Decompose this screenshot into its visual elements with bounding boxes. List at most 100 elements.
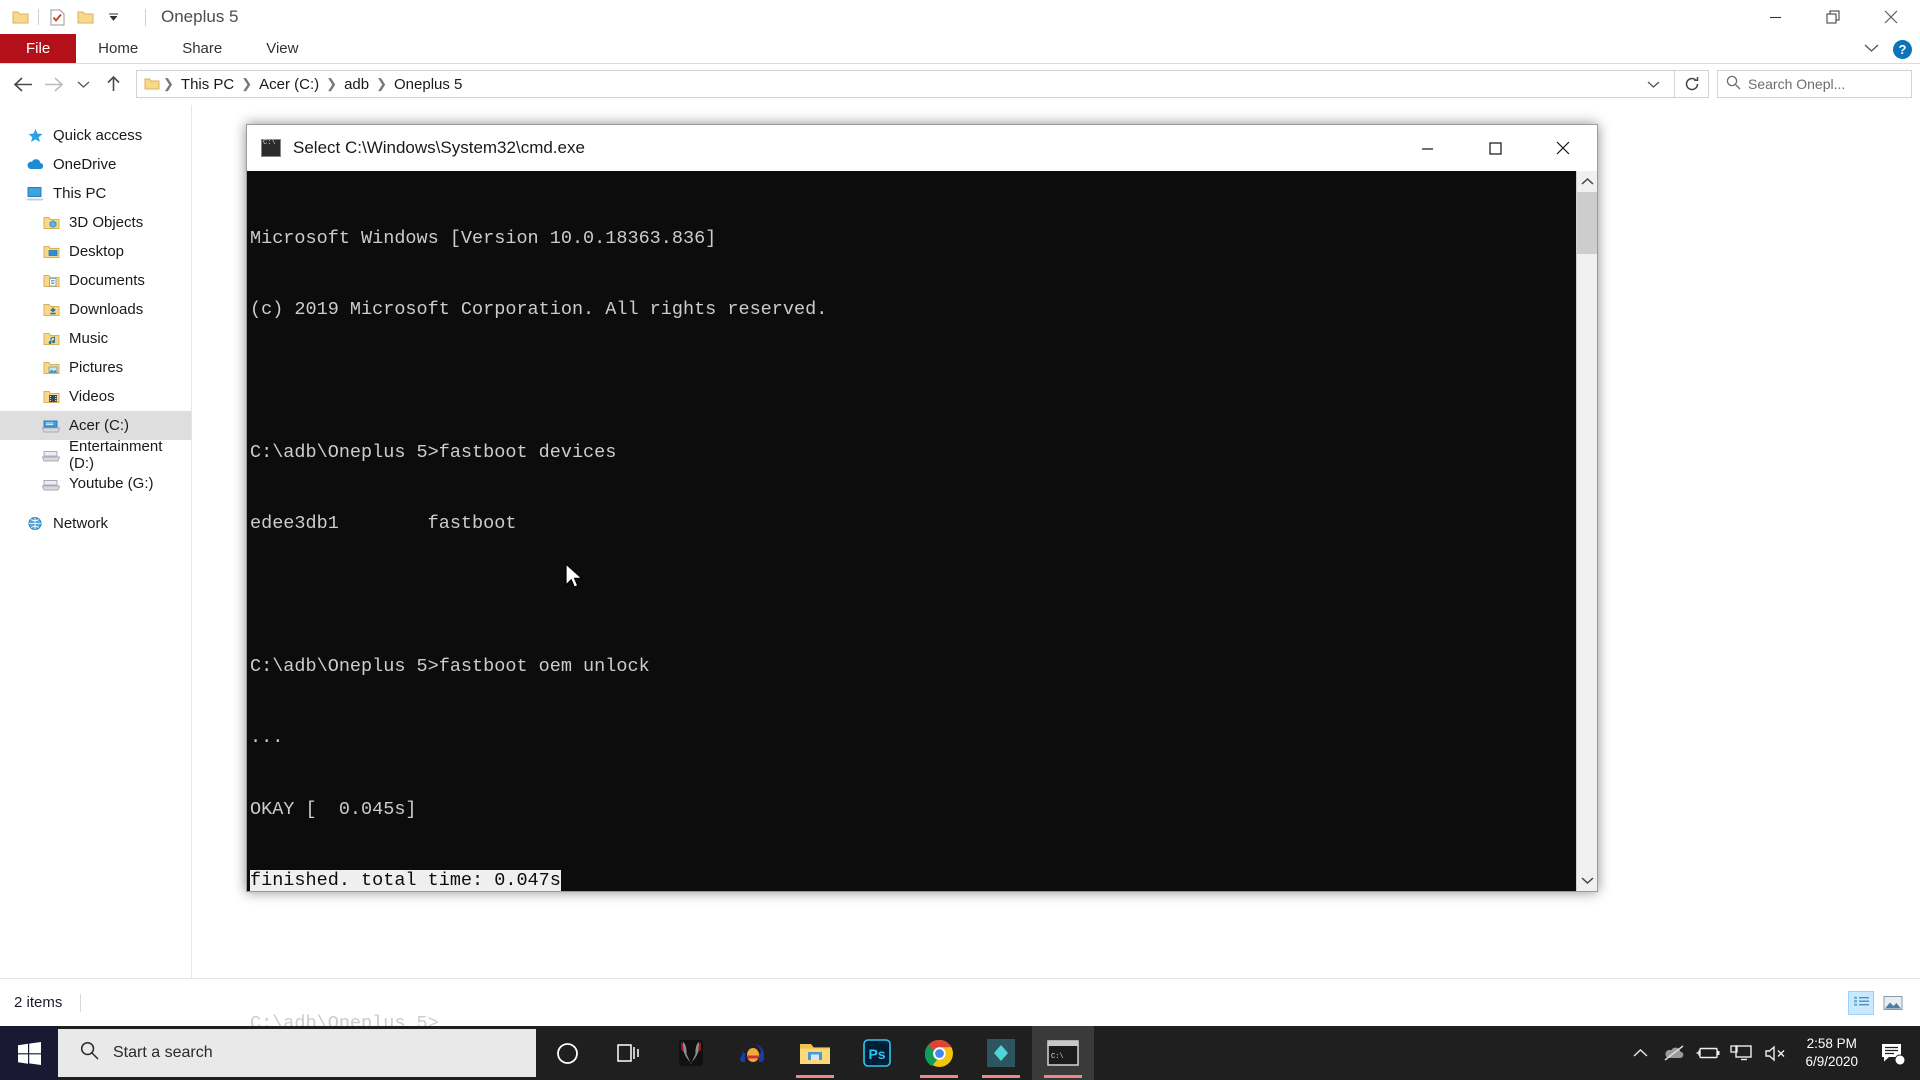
back-arrow-icon[interactable] xyxy=(8,68,38,100)
refresh-icon[interactable] xyxy=(1675,70,1709,98)
sidebar-item-music[interactable]: Music xyxy=(0,324,191,353)
chrome-icon[interactable] xyxy=(908,1026,970,1080)
sidebar-item-youtube-g[interactable]: Youtube (G:) xyxy=(0,469,191,498)
folder-desktop-icon xyxy=(42,243,60,261)
breadcrumb-item-adb[interactable]: adb xyxy=(339,76,374,93)
recent-locations-chevron-icon[interactable] xyxy=(68,68,98,100)
sidebar-label: Network xyxy=(53,515,109,532)
command-prompt-window[interactable]: Select C:\Windows\System32\cmd.exe Micro… xyxy=(246,124,1598,1034)
console-line: ... xyxy=(250,726,1576,750)
search-input[interactable]: Start a search xyxy=(58,1029,536,1077)
sidebar-label: This PC xyxy=(53,185,107,202)
console-screen[interactable]: Microsoft Windows [Version 10.0.18363.83… xyxy=(247,171,1597,1034)
sidebar-item-desktop[interactable]: Desktop xyxy=(0,237,191,266)
svg-text:Ps: Ps xyxy=(868,1046,885,1062)
sidebar-label: Videos xyxy=(69,388,115,405)
sidebar-item-onedrive[interactable]: OneDrive xyxy=(0,150,191,179)
windows-start-icon[interactable] xyxy=(0,1026,58,1080)
sidebar-item-3d-objects[interactable]: 3D Objects xyxy=(0,208,191,237)
console-line: Microsoft Windows [Version 10.0.18363.83… xyxy=(250,227,1576,251)
cmd-title-bar[interactable]: Select C:\Windows\System32\cmd.exe xyxy=(247,125,1597,171)
battery-charging-icon[interactable] xyxy=(1691,1026,1725,1080)
explorer-title-bar: Oneplus 5 xyxy=(0,0,1920,34)
breadcrumb-separator: ❯ xyxy=(326,76,338,91)
view-mode-buttons xyxy=(1848,990,1906,1015)
breadcrumb-separator: ❯ xyxy=(163,76,174,91)
tab-share[interactable]: Share xyxy=(160,34,244,63)
action-center-icon[interactable] xyxy=(1870,1026,1916,1080)
clock-time: 2:58 PM xyxy=(1806,1036,1857,1051)
search-icon xyxy=(80,1041,99,1065)
sidebar-item-downloads[interactable]: Downloads xyxy=(0,295,191,324)
scrollbar-thumb[interactable] xyxy=(1577,192,1597,254)
breadcrumb-separator: ❯ xyxy=(376,76,387,91)
cmd-caption-buttons xyxy=(1393,125,1597,171)
forward-arrow-icon[interactable] xyxy=(38,68,68,100)
cortana-icon[interactable] xyxy=(536,1026,598,1080)
scroll-up-arrow-icon[interactable] xyxy=(1577,171,1597,192)
network-icon xyxy=(26,515,44,533)
sidebar-item-quick-access[interactable]: Quick access xyxy=(0,121,191,150)
customize-dropdown-icon[interactable] xyxy=(99,3,127,31)
task-view-icon[interactable] xyxy=(598,1026,660,1080)
console-line-selected: finished. total time: 0.047s xyxy=(250,869,1576,893)
restore-icon[interactable] xyxy=(1804,0,1862,34)
maximize-icon[interactable] xyxy=(1461,125,1529,171)
tab-home[interactable]: Home xyxy=(76,34,160,63)
folder-icon[interactable] xyxy=(6,3,34,31)
tab-file[interactable]: File xyxy=(0,34,77,63)
properties-icon[interactable] xyxy=(43,3,71,31)
drive-icon xyxy=(42,475,60,493)
sidebar-item-this-pc[interactable]: This PC xyxy=(0,179,191,208)
file-explorer-icon[interactable] xyxy=(784,1026,846,1080)
console-line-text: C:\adb\Oneplus 5>fastboot devices xyxy=(250,441,617,463)
sidebar-label: Downloads xyxy=(69,301,144,318)
new-folder-icon[interactable] xyxy=(71,3,99,31)
breadcrumb-item-oneplus-5[interactable]: Oneplus 5 xyxy=(389,76,467,93)
sidebar-item-network[interactable]: Network xyxy=(0,509,191,538)
minimize-icon[interactable] xyxy=(1393,125,1461,171)
taskbar-items: Ps C:\ xyxy=(536,1026,1094,1080)
breadcrumb-item-acer-c[interactable]: Acer (C:) xyxy=(254,76,324,93)
sidebar-item-acer-c[interactable]: Acer (C:) xyxy=(0,411,191,440)
clock[interactable]: 2:58 PM 6/9/2020 xyxy=(1793,1035,1870,1071)
sidebar-label: 3D Objects xyxy=(69,214,144,231)
show-hidden-icons-chevron-icon[interactable] xyxy=(1623,1026,1657,1080)
cloud-icon xyxy=(26,156,44,174)
breadcrumb-item-this-pc[interactable]: This PC xyxy=(176,76,239,93)
sidebar-item-videos[interactable]: Videos xyxy=(0,382,191,411)
sidebar-item-documents[interactable]: Documents xyxy=(0,266,191,295)
volume-muted-icon[interactable] xyxy=(1759,1026,1793,1080)
close-icon[interactable] xyxy=(1529,125,1597,171)
chevron-down-icon[interactable] xyxy=(1864,40,1879,58)
console-line: (c) 2019 Microsoft Corporation. All righ… xyxy=(250,298,1576,322)
details-view-icon[interactable] xyxy=(1848,990,1874,1015)
minimize-icon[interactable] xyxy=(1746,0,1804,34)
predator-sense-icon[interactable] xyxy=(660,1026,722,1080)
breadcrumb-bar[interactable]: ❯ This PC ❯ Acer (C:) ❯ adb ❯ Oneplus 5 xyxy=(136,70,1675,98)
sidebar-item-pictures[interactable]: Pictures xyxy=(0,353,191,382)
scroll-down-arrow-icon[interactable] xyxy=(1577,870,1597,891)
cmd-icon[interactable]: C:\ xyxy=(1032,1026,1094,1080)
search-input[interactable]: Search Onepl... xyxy=(1717,70,1912,98)
network-monitor-icon[interactable] xyxy=(1725,1026,1759,1080)
cmd-icon xyxy=(261,139,281,157)
breadcrumb-folder-icon xyxy=(143,75,161,93)
breadcrumb-dropdown-icon[interactable] xyxy=(1638,70,1668,98)
system-tray: 2:58 PM 6/9/2020 xyxy=(1623,1026,1920,1080)
filmora-icon[interactable] xyxy=(970,1026,1032,1080)
toolbar-separator xyxy=(38,9,39,25)
sidebar-item-entertainment-d[interactable]: Entertainment (D:) xyxy=(0,438,191,472)
photoshop-icon[interactable]: Ps xyxy=(846,1026,908,1080)
up-arrow-icon[interactable] xyxy=(98,68,128,100)
console-scrollbar[interactable] xyxy=(1576,171,1597,891)
close-icon[interactable] xyxy=(1862,0,1920,34)
onedrive-paused-icon[interactable] xyxy=(1657,1026,1691,1080)
mouse-cursor-icon xyxy=(565,563,584,588)
tab-view[interactable]: View xyxy=(244,34,320,63)
quick-access-toolbar xyxy=(0,0,127,34)
music-app-icon[interactable] xyxy=(722,1026,784,1080)
help-icon[interactable]: ? xyxy=(1893,39,1912,59)
sidebar-label: Acer (C:) xyxy=(69,417,129,434)
large-icons-view-icon[interactable] xyxy=(1880,991,1906,1015)
